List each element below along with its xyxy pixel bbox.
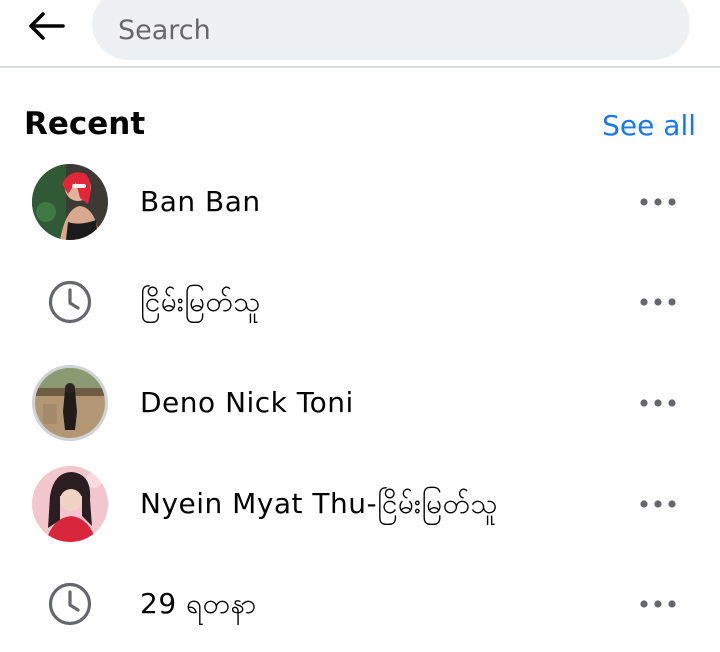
- see-all-link[interactable]: See all: [602, 108, 696, 144]
- avatar: [32, 164, 108, 240]
- more-horizontal-icon: [640, 600, 676, 608]
- more-options-button[interactable]: [634, 178, 682, 226]
- more-horizontal-icon: [640, 500, 676, 508]
- header-divider: [0, 66, 720, 68]
- more-options-button[interactable]: [634, 480, 682, 528]
- search-bar[interactable]: [92, 0, 690, 60]
- recent-item-deno-nick-toni[interactable]: Deno Nick Toni: [0, 355, 720, 451]
- avatar: [32, 365, 108, 441]
- recent-item-name: 29 ရတနာ: [140, 587, 257, 620]
- recent-item-nyein-myat-thu[interactable]: Nyein Myat Thu-ငြိမ်းမြတ်သူ: [0, 456, 720, 552]
- recent-item-name: ငြိမ်းမြတ်သူ: [140, 285, 261, 318]
- top-bar: [0, 0, 720, 66]
- more-options-button[interactable]: [634, 278, 682, 326]
- recent-item-search-history[interactable]: ငြိမ်းမြတ်သူ: [0, 254, 720, 350]
- more-horizontal-icon: [640, 399, 676, 407]
- avatar: [32, 466, 108, 542]
- more-options-button[interactable]: [634, 580, 682, 628]
- recent-item-name: Nyein Myat Thu-ငြိမ်းမြတ်သူ: [140, 487, 499, 520]
- back-button[interactable]: [22, 6, 70, 46]
- section-title-recent: Recent: [24, 106, 146, 142]
- recent-item-name: Ban Ban: [140, 185, 261, 218]
- clock-icon: [48, 280, 92, 324]
- arrow-left-icon: [29, 12, 65, 40]
- recent-item-search-history[interactable]: 29 ရတနာ: [0, 556, 720, 652]
- recent-item-name: Deno Nick Toni: [140, 386, 354, 419]
- more-options-button[interactable]: [634, 379, 682, 427]
- more-horizontal-icon: [640, 298, 676, 306]
- search-input[interactable]: [116, 13, 690, 47]
- clock-icon: [48, 582, 92, 626]
- more-horizontal-icon: [640, 198, 676, 206]
- recent-item-ban-ban[interactable]: Ban Ban: [0, 154, 720, 250]
